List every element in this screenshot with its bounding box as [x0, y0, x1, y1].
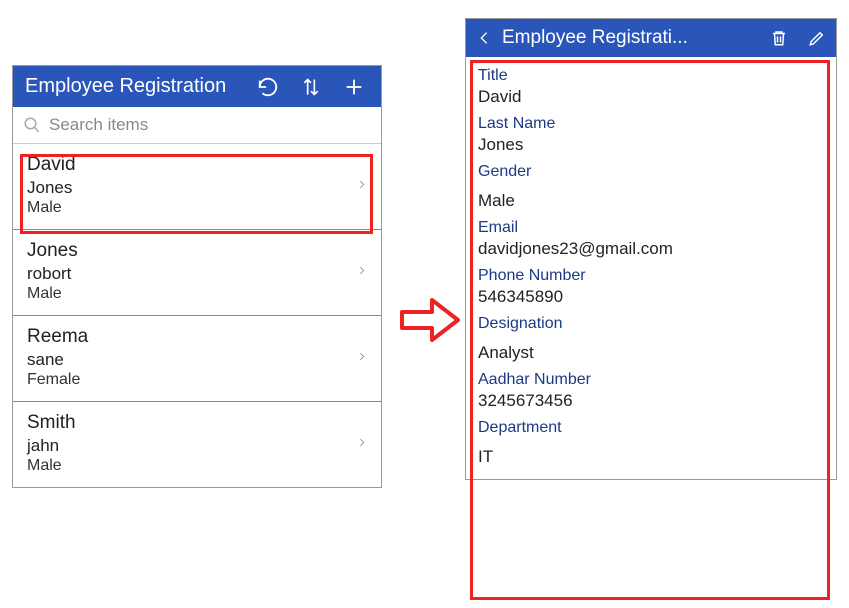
item-gender: Female — [27, 371, 367, 389]
delete-icon[interactable] — [770, 28, 788, 48]
search-icon — [23, 116, 41, 134]
field-value-designation: Analyst — [478, 343, 824, 363]
chevron-right-icon — [357, 176, 367, 197]
field-value-title: David — [478, 87, 824, 107]
chevron-right-icon — [357, 348, 367, 369]
search-input[interactable] — [49, 115, 371, 135]
edit-icon[interactable] — [808, 28, 826, 48]
field-value-aadhar: 3245673456 — [478, 391, 824, 411]
add-icon[interactable] — [343, 76, 365, 98]
field-label-gender: Gender — [478, 163, 824, 181]
field-label-designation: Designation — [478, 315, 824, 333]
list-header: Employee Registration — [13, 66, 381, 107]
refresh-icon[interactable] — [257, 76, 279, 98]
employee-detail-panel: Employee Registrati... Title David Last … — [465, 18, 837, 480]
item-gender: Male — [27, 199, 367, 217]
item-firstname: Reema — [27, 326, 367, 348]
list-item[interactable]: Reema sane Female — [13, 316, 381, 402]
field-value-dept: IT — [478, 447, 824, 467]
item-firstname: Smith — [27, 412, 367, 434]
list-title: Employee Registration — [25, 75, 257, 98]
field-label-aadhar: Aadhar Number — [478, 371, 824, 389]
list-item[interactable]: David Jones Male — [13, 144, 381, 230]
chevron-right-icon — [357, 262, 367, 283]
field-label-email: Email — [478, 219, 824, 237]
detail-title: Employee Registrati... — [502, 27, 762, 49]
item-lastname: Jones — [27, 178, 367, 198]
field-label-phone: Phone Number — [478, 267, 824, 285]
detail-body: Title David Last Name Jones Gender Male … — [466, 57, 836, 479]
field-label-dept: Department — [478, 419, 824, 437]
item-gender: Male — [27, 457, 367, 475]
item-lastname: sane — [27, 350, 367, 370]
item-lastname: robort — [27, 264, 367, 284]
list-item[interactable]: Smith jahn Male — [13, 402, 381, 487]
item-lastname: jahn — [27, 436, 367, 456]
search-row[interactable] — [13, 107, 381, 144]
chevron-right-icon — [357, 434, 367, 455]
field-label-title: Title — [478, 67, 824, 85]
item-gender: Male — [27, 285, 367, 303]
arrow-right-icon — [400, 290, 460, 350]
field-value-gender: Male — [478, 191, 824, 211]
field-value-email: davidjones23@gmail.com — [478, 239, 824, 259]
field-value-lastname: Jones — [478, 135, 824, 155]
list-item[interactable]: Jones robort Male — [13, 230, 381, 316]
field-value-phone: 546345890 — [478, 287, 824, 307]
item-firstname: David — [27, 154, 367, 176]
item-firstname: Jones — [27, 240, 367, 262]
employee-list-panel: Employee Registration David Jones Male J… — [12, 65, 382, 488]
detail-header: Employee Registrati... — [466, 19, 836, 57]
back-icon[interactable] — [476, 28, 492, 48]
sort-icon[interactable] — [301, 77, 321, 97]
field-label-lastname: Last Name — [478, 115, 824, 133]
